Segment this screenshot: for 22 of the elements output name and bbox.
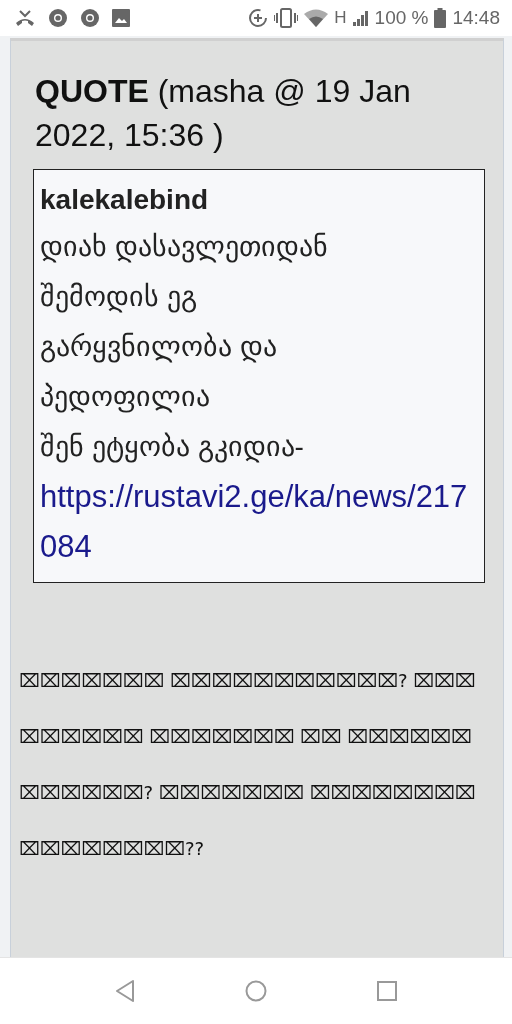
quote-text-line: დიახ დასავლეთიდან bbox=[40, 230, 329, 265]
missed-call-icon bbox=[14, 9, 36, 27]
post-text: ⌧⌧⌧⌧⌧⌧⌧ ⌧⌧⌧⌧⌧⌧⌧⌧⌧⌧⌧? ⌧⌧⌧⌧⌧⌧⌧⌧⌧ ⌧⌧⌧⌧⌧⌧⌧ ⌧⌧ ⌧⌧⌧⌧⌧⌧⌧⌧⌧⌧⌧⌧? ⌧⌧⌧⌧⌧⌧⌧ ⌧⌧⌧⌧⌧⌧⌧⌧⌧⌧⌧⌧⌧⌧⌧⌧?? bbox=[19, 669, 477, 861]
quote-text-line: შენ ეტყობა გკიდია- bbox=[40, 430, 305, 465]
wifi-icon bbox=[304, 9, 329, 27]
data-saver-icon bbox=[248, 8, 269, 28]
quote-text-line: პედოფილია bbox=[40, 380, 211, 415]
image-icon bbox=[112, 9, 130, 27]
link[interactable]: https://rustavi2.ge/ka/news/217084 bbox=[40, 472, 478, 572]
quote-header: QUOTE (masha @ 19 Jan 2022, 15:36 ) bbox=[35, 72, 412, 155]
home-icon[interactable] bbox=[245, 980, 267, 1002]
clock: 14:48 bbox=[452, 7, 500, 29]
network-type: H bbox=[334, 8, 347, 28]
signal-icon bbox=[352, 10, 369, 26]
recents-icon[interactable] bbox=[377, 981, 397, 1001]
back-icon[interactable] bbox=[115, 979, 135, 1003]
quote-text-line: შემოდის ეგ bbox=[40, 280, 198, 315]
quote-author: kalekalebind bbox=[40, 183, 210, 217]
battery-icon bbox=[434, 8, 447, 28]
battery-percentage: 100 % bbox=[374, 7, 429, 29]
quote-text-line: გარყვნილობა და bbox=[40, 330, 278, 365]
vibrate-icon bbox=[274, 8, 299, 28]
